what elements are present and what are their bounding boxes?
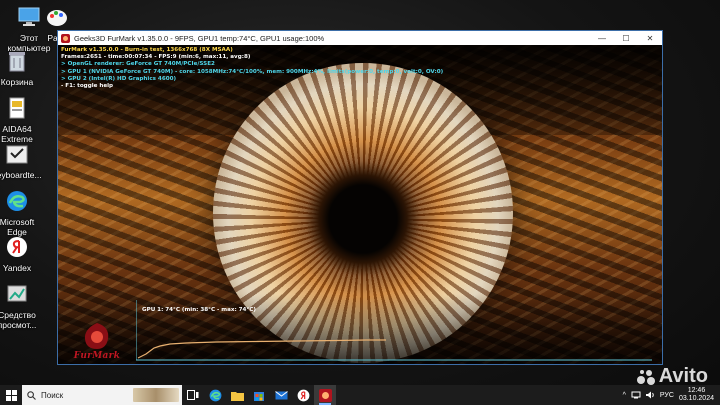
mail-icon (274, 390, 288, 399)
aida64-icon (4, 95, 30, 121)
taskbar-yandex[interactable] (292, 385, 314, 405)
taskbar-explorer[interactable] (226, 385, 248, 405)
search-highlight-image (133, 388, 179, 402)
windows-logo-icon (5, 389, 17, 401)
task-view-icon (187, 390, 199, 400)
overlay-line-frames: Frames:2651 - time:00:07:34 - FPS:9 (min… (61, 54, 251, 61)
furmark-logo-text: FurMark (73, 351, 121, 361)
desktop-icon-label: keyboardte... (0, 170, 42, 180)
store-icon (254, 392, 264, 401)
minimize-button[interactable]: — (590, 31, 614, 45)
taskbar-mail[interactable] (270, 385, 292, 405)
system-tray: ^ РУС 12:46 03.10.2024 (623, 387, 720, 403)
temperature-line (137, 339, 386, 359)
furmark-render-area: FurMark v1.35.0.0 - Burn-in test, 1366x7… (58, 45, 662, 364)
yandex-icon (4, 234, 30, 260)
overlay-line-renderer: > OpenGL renderer: GeForce GT 740M/PCIe/… (61, 61, 215, 68)
recycle-bin-icon (4, 48, 30, 74)
desktop-icon-label: Корзина (0, 77, 34, 87)
avito-logo-icon (636, 369, 655, 385)
furmark-icon (318, 388, 332, 402)
language-indicator[interactable]: РУС (660, 392, 674, 399)
close-button[interactable]: ✕ (638, 31, 662, 45)
maximize-button[interactable]: ☐ (614, 31, 638, 45)
window-title: Geeks3D FurMark v1.35.0.0 - 9FPS, GPU1 t… (74, 33, 325, 43)
keyboard-test-icon (4, 141, 30, 167)
overlay-line-help: - F1: toggle help (61, 83, 114, 90)
taskbar-store[interactable] (248, 385, 270, 405)
desktop-icon-viewer[interactable]: Средство просмот... (0, 281, 46, 330)
paint-icon (44, 4, 70, 30)
desktop-icon-yandex[interactable]: Yandex (0, 234, 46, 273)
clock-date: 03.10.2024 (678, 395, 714, 402)
stats-overlay: FurMark v1.35.0.0 - Burn-in test, 1366x7… (61, 47, 443, 90)
overlay-line-gpu2: > GPU 2 (Intel(R) HD Graphics 4600) (61, 75, 177, 82)
volume-icon[interactable] (645, 391, 655, 399)
desktop-icon-aida64[interactable]: AIDA64 Extreme (0, 95, 46, 144)
search-placeholder: Поиск (41, 390, 64, 400)
tray-chevron-icon[interactable]: ^ (623, 392, 626, 399)
window-titlebar[interactable]: Geeks3D FurMark v1.35.0.0 - 9FPS, GPU1 t… (58, 31, 662, 45)
edge-icon (209, 389, 221, 401)
furmark-app-icon (61, 33, 70, 43)
search-icon (27, 390, 36, 400)
taskbar-clock[interactable]: 12:46 03.10.2024 (679, 387, 714, 403)
explorer-icon (230, 391, 244, 401)
start-button[interactable] (0, 385, 22, 405)
desktop-icon-recycle-bin[interactable]: Корзина (0, 48, 46, 87)
desktop-icon-edge[interactable]: Microsoft Edge (0, 188, 46, 237)
clock-time: 12:46 (687, 387, 706, 394)
taskbar: Поиск ^ РУС 12:46 03.10.2024 (0, 385, 720, 405)
viewer-icon (4, 281, 30, 307)
taskbar-search[interactable]: Поиск (22, 385, 182, 405)
network-icon[interactable] (631, 391, 641, 399)
yandex-icon (297, 389, 309, 401)
furmark-logo-emblem (84, 323, 109, 349)
desktop-icon-keyboard-test[interactable]: keyboardte... (0, 141, 46, 180)
taskbar-edge[interactable] (204, 385, 226, 405)
taskbar-task-view[interactable] (182, 385, 204, 405)
desktop-icon-label: Средство просмот... (0, 310, 37, 330)
desktop-icon-label: Yandex (2, 263, 32, 273)
edge-icon (4, 188, 30, 214)
overlay-line-gpu1: > GPU 1 (NVIDIA GeForce GT 740M) - core:… (61, 68, 444, 75)
temperature-graph-label: GPU 1: 74°C (min: 38°C - max: 74°C) (142, 307, 256, 313)
overlay-line-title: FurMark v1.35.0.0 - Burn-in test, 1366x7… (61, 47, 233, 53)
taskbar-furmark[interactable] (314, 385, 336, 405)
furmark-logo: FurMark (62, 313, 132, 361)
furmark-window[interactable]: Geeks3D FurMark v1.35.0.0 - 9FPS, GPU1 t… (57, 30, 663, 365)
